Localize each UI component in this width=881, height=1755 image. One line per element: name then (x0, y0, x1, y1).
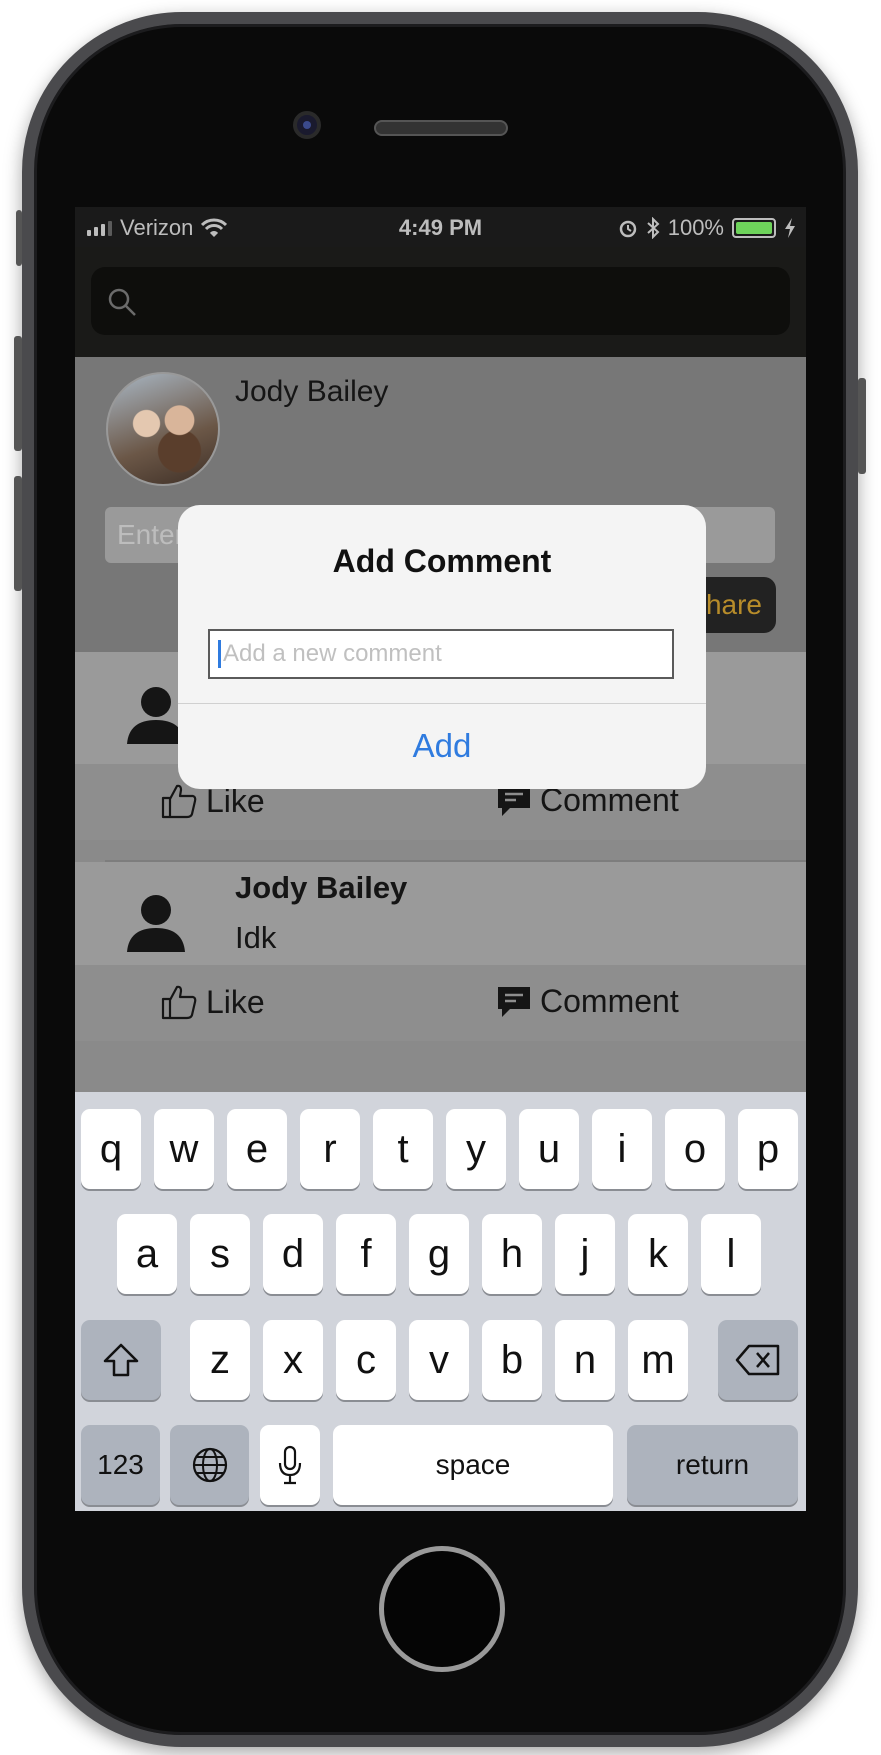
key-h[interactable]: h (482, 1214, 542, 1294)
feed-item: Jody Bailey Idk (75, 862, 806, 965)
like-label: Like (206, 983, 265, 1020)
person-icon (127, 895, 185, 952)
key-t[interactable]: t (373, 1109, 433, 1189)
feed-actions: Like Comment (75, 965, 806, 1041)
key-v[interactable]: v (409, 1320, 469, 1400)
key-m[interactable]: m (628, 1320, 688, 1400)
thumbs-up-icon (161, 985, 197, 1020)
add-button[interactable]: Add (178, 703, 706, 789)
add-comment-dialog: Add Comment Add a new comment Add (178, 505, 706, 789)
key-p[interactable]: p (738, 1109, 798, 1189)
key-u[interactable]: u (519, 1109, 579, 1189)
key-f[interactable]: f (336, 1214, 396, 1294)
search-area (75, 247, 806, 357)
alarm-icon (619, 220, 636, 238)
key-z[interactable]: z (190, 1320, 250, 1400)
key-x[interactable]: x (263, 1320, 323, 1400)
composer-user-name: Jody Bailey (235, 375, 389, 408)
comment-input-placeholder: Add a new comment (223, 640, 442, 667)
power-button (858, 378, 866, 474)
key-d[interactable]: d (263, 1214, 323, 1294)
key-y[interactable]: y (446, 1109, 506, 1189)
comment-input[interactable]: Add a new comment (208, 629, 674, 679)
key-q[interactable]: q (81, 1109, 141, 1189)
volume-up-button (14, 336, 22, 451)
key-k[interactable]: k (628, 1214, 688, 1294)
key-w[interactable]: w (154, 1109, 214, 1189)
key-e[interactable]: e (227, 1109, 287, 1189)
key-n[interactable]: n (555, 1320, 615, 1400)
key-i[interactable]: i (592, 1109, 652, 1189)
comment-bubble-icon (498, 986, 530, 1017)
battery-icon (732, 218, 776, 238)
key-c[interactable]: c (336, 1320, 396, 1400)
dialog-title: Add Comment (332, 543, 552, 579)
charging-icon (785, 218, 795, 238)
key-o[interactable]: o (665, 1109, 725, 1189)
backspace-key[interactable] (718, 1320, 798, 1400)
numbers-key[interactable]: 123 (81, 1425, 160, 1505)
key-b[interactable]: b (482, 1320, 542, 1400)
key-g[interactable]: g (409, 1214, 469, 1294)
shift-icon (103, 1343, 139, 1377)
avatar (106, 372, 220, 486)
home-button[interactable] (379, 1546, 505, 1672)
key-l[interactable]: l (701, 1214, 761, 1294)
screen: Verizon 4:49 PM 100% Jody Bailey Enter h… (75, 207, 806, 1511)
search-icon (108, 288, 136, 316)
battery-percent: 100% (667, 215, 724, 240)
globe-key[interactable] (170, 1425, 249, 1505)
key-j[interactable]: j (555, 1214, 615, 1294)
feed-text: Idk (235, 920, 277, 955)
front-camera (293, 111, 321, 139)
comment-button[interactable]: Comment (496, 983, 679, 1020)
status-bar: Verizon 4:49 PM 100% (75, 207, 806, 247)
key-a[interactable]: a (117, 1214, 177, 1294)
like-button[interactable]: Like (160, 983, 265, 1021)
search-input[interactable] (91, 267, 790, 335)
globe-icon (192, 1447, 227, 1483)
microphone-icon (278, 1445, 302, 1485)
comment-label: Comment (540, 983, 679, 1019)
keyboard: q w e r t y u i o p a s d f g h j k l z … (75, 1092, 806, 1511)
space-key[interactable]: space (333, 1425, 613, 1505)
text-cursor (218, 640, 221, 668)
key-s[interactable]: s (190, 1214, 250, 1294)
mute-switch (16, 210, 22, 266)
feed-author: Jody Bailey (235, 870, 408, 905)
shift-key[interactable] (81, 1320, 161, 1400)
earpiece-speaker (374, 120, 508, 136)
microphone-key[interactable] (260, 1425, 320, 1505)
bluetooth-icon (647, 217, 660, 239)
volume-down-button (14, 476, 22, 591)
backspace-icon (735, 1344, 780, 1376)
key-r[interactable]: r (300, 1109, 360, 1189)
return-key[interactable]: return (627, 1425, 798, 1505)
